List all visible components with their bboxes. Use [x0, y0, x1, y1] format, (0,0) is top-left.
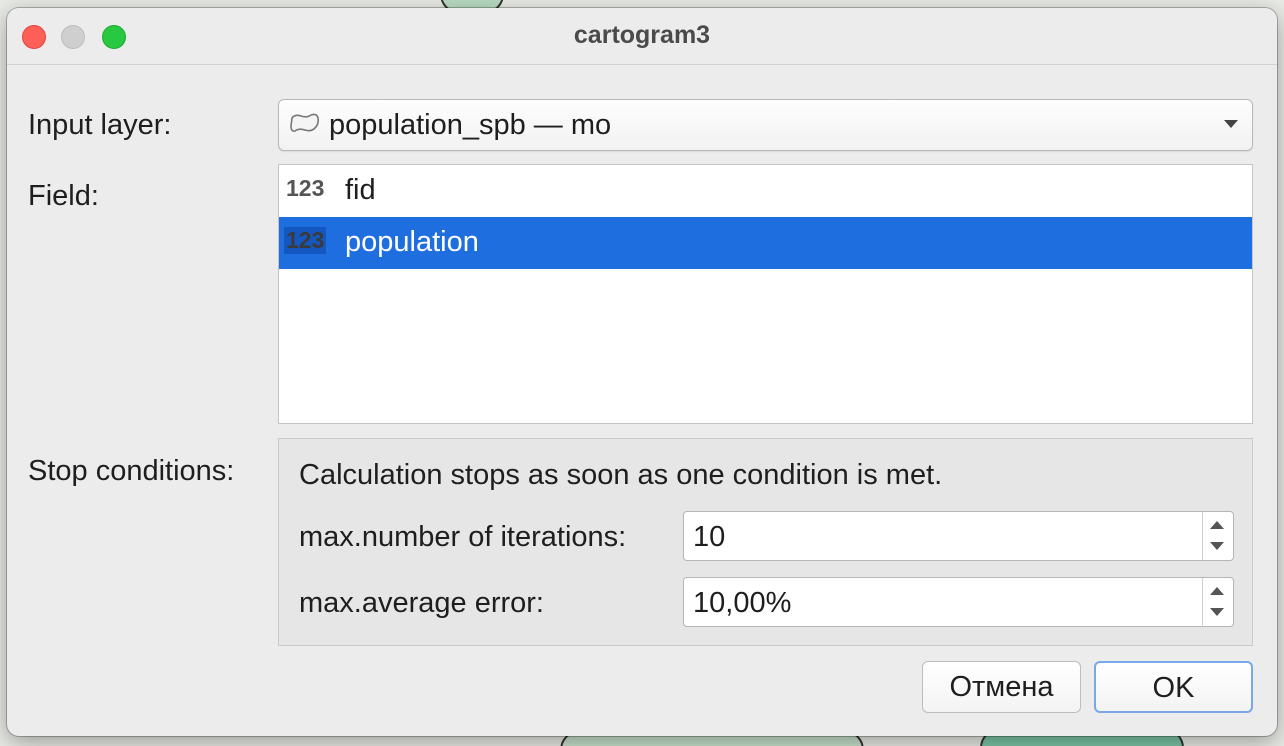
input-layer-select[interactable]: population_spb — mo — [278, 99, 1253, 151]
stop-conditions-group: Calculation stops as soon as one conditi… — [278, 438, 1253, 646]
max-error-spinbox[interactable]: 10,00% — [683, 577, 1234, 627]
window-title: cartogram3 — [573, 21, 711, 49]
spin-buttons — [1202, 578, 1233, 626]
max-error-label: max.average error: — [299, 587, 544, 619]
stop-conditions-label: Stop conditions: — [28, 455, 235, 487]
max-iterations-value: 10 — [693, 521, 726, 553]
field-name: fid — [345, 174, 376, 206]
field-list[interactable]: 123 fid 123 population — [278, 164, 1253, 424]
ok-button[interactable]: OK — [1094, 661, 1253, 713]
max-iterations-spinbox[interactable]: 10 — [683, 511, 1234, 561]
polygon-layer-icon — [289, 112, 321, 141]
titlebar: cartogram3 — [7, 8, 1277, 65]
list-item-population[interactable]: 123 population — [279, 217, 1252, 269]
increment-arrow-icon[interactable] — [1210, 521, 1224, 529]
cancel-button[interactable]: Отмена — [922, 661, 1081, 713]
stop-conditions-note: Calculation stops as soon as one conditi… — [299, 459, 943, 491]
numeric-type-icon: 123 — [286, 175, 325, 201]
field-label: Field: — [28, 180, 99, 212]
numeric-type-icon: 123 — [284, 227, 327, 254]
cartogram-dialog: cartogram3 Input layer: population_spb —… — [7, 8, 1277, 736]
max-iterations-label: max.number of iterations: — [299, 521, 627, 553]
input-layer-value: population_spb — mo — [329, 109, 612, 141]
spin-buttons — [1202, 512, 1233, 560]
chevron-down-icon — [1224, 120, 1238, 128]
decrement-arrow-icon[interactable] — [1210, 608, 1224, 616]
input-layer-label: Input layer: — [28, 109, 172, 141]
max-error-value: 10,00% — [693, 587, 792, 619]
field-name: population — [345, 226, 479, 258]
list-item-fid[interactable]: 123 fid — [279, 165, 1252, 217]
increment-arrow-icon[interactable] — [1210, 587, 1224, 595]
decrement-arrow-icon[interactable] — [1210, 542, 1224, 550]
